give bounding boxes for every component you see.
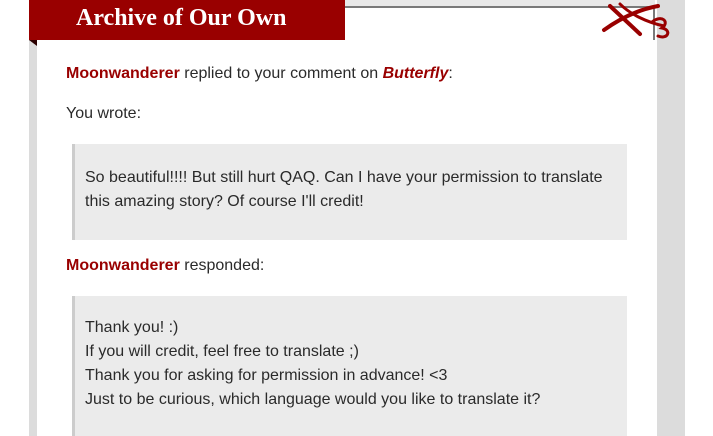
commenter-link[interactable]: Moonwanderer [66, 65, 180, 82]
reply-notice: Moonwanderer replied to your comment on … [66, 62, 453, 86]
work-title-link[interactable]: Butterfly [383, 65, 449, 82]
replied-text: replied to your comment on [179, 65, 383, 82]
site-title[interactable]: Archive of Our Own [76, 3, 286, 33]
reply-line: Thank you! :) [85, 319, 179, 336]
reply-quote: Thank you! :) If you will credit, feel f… [72, 296, 627, 436]
responded-label: responded: [179, 257, 265, 274]
reply-line: Thank you for asking for permission in a… [85, 367, 448, 384]
ao3-logo-icon[interactable] [596, 0, 676, 42]
comment-line: So beautiful!!!! But still hurt QAQ. Can… [85, 169, 603, 186]
responder-link[interactable]: Moonwanderer [66, 257, 180, 274]
banner-fold [29, 40, 37, 46]
reply-line: If you will credit, feel free to transla… [85, 343, 359, 360]
responded-notice: Moonwanderer responded: [66, 254, 264, 278]
your-comment-text: So beautiful!!!! But still hurt QAQ. Can… [85, 166, 603, 214]
email-page: Archive of Our Own Moonwanderer replied … [0, 0, 713, 436]
your-comment-quote: So beautiful!!!! But still hurt QAQ. Can… [72, 144, 627, 240]
reply-text: Thank you! :) If you will credit, feel f… [85, 316, 540, 412]
comment-line: this amazing story? Of course I'll credi… [85, 193, 364, 210]
reply-line: Just to be curious, which language would… [85, 391, 541, 408]
work-suffix: : [448, 65, 453, 82]
you-wrote-label: You wrote: [66, 105, 142, 122]
